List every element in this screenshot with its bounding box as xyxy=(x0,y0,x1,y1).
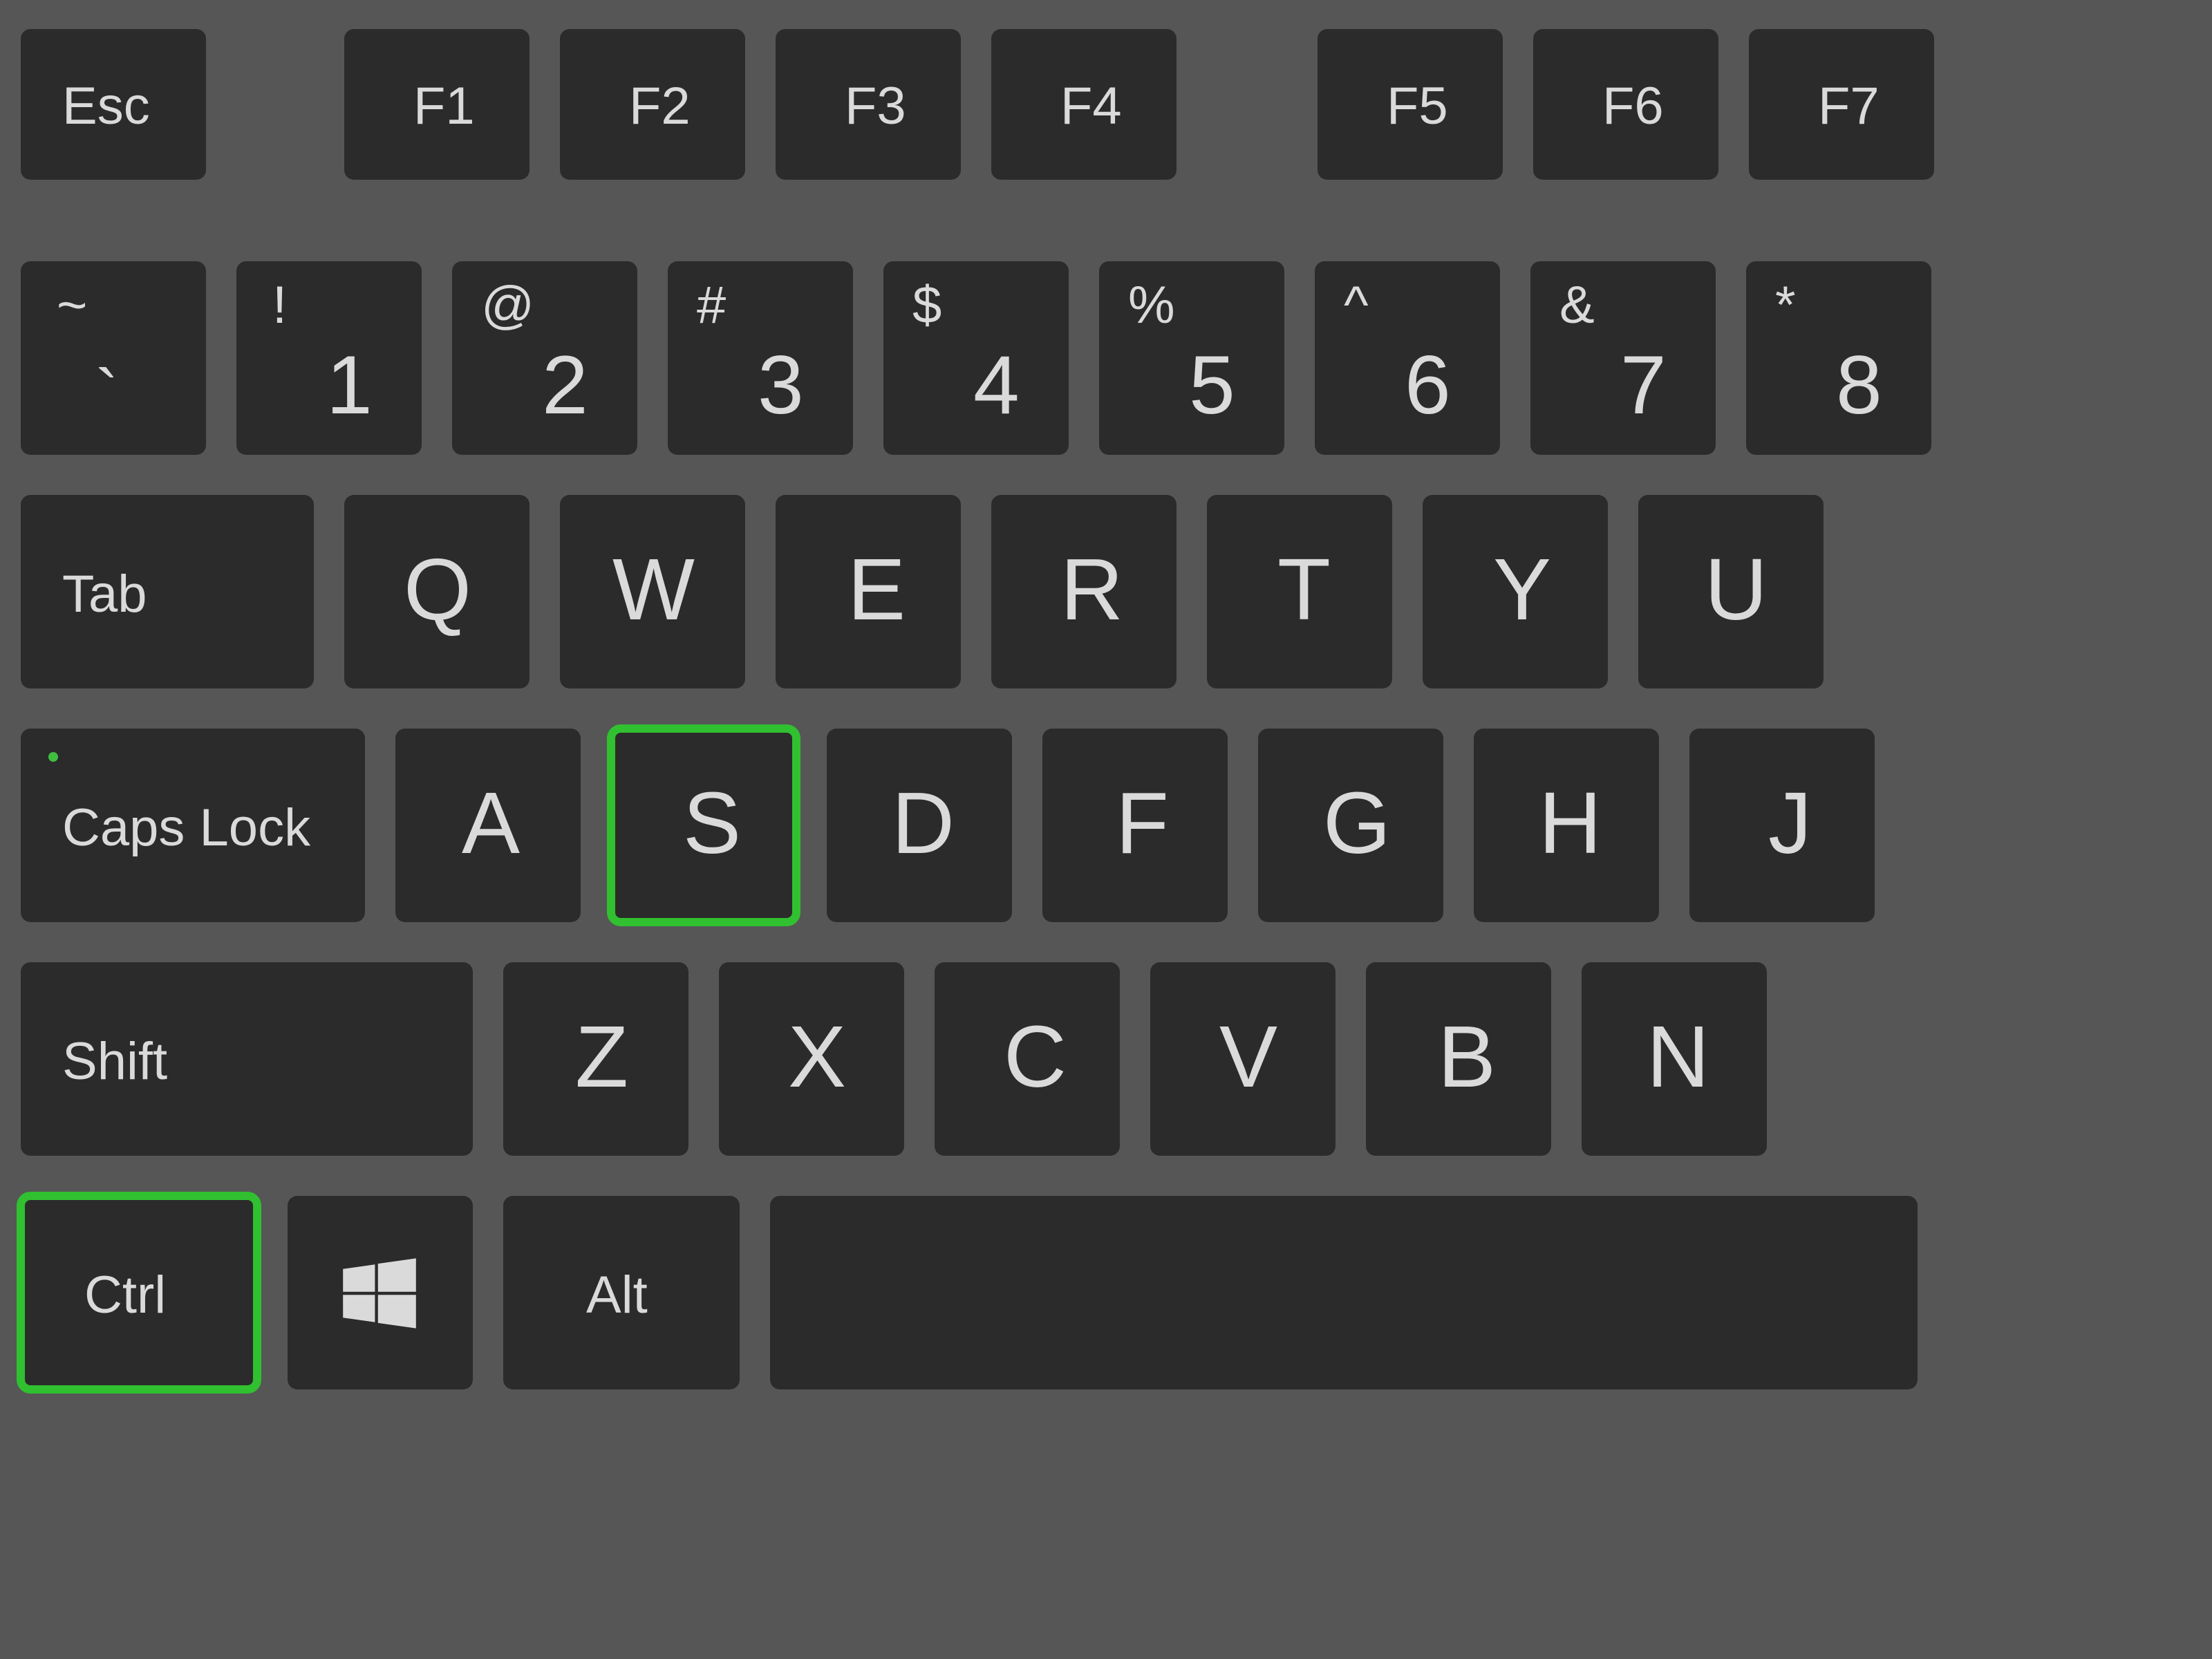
key-label-f2: F2 xyxy=(629,76,691,136)
keyboard: Esc F1 F2 F3 F4 F5 F6 F7 ~ ` ! 1 @ 2 # 3… xyxy=(0,0,2212,1659)
key-w[interactable]: W xyxy=(560,495,745,688)
key-label-7: 7 xyxy=(1620,337,1667,433)
key-windows[interactable] xyxy=(288,1196,473,1389)
key-label-f: F xyxy=(1116,773,1169,873)
key-label-f6: F6 xyxy=(1602,76,1664,136)
key-label-5-shift: % xyxy=(1128,275,1175,335)
key-label-u: U xyxy=(1705,539,1768,639)
key-label-5: 5 xyxy=(1189,337,1235,433)
key-label-f1: F1 xyxy=(413,76,475,136)
key-f5[interactable]: F5 xyxy=(1318,29,1503,180)
key-label-r: R xyxy=(1060,539,1123,639)
key-h[interactable]: H xyxy=(1474,729,1659,922)
key-f1[interactable]: F1 xyxy=(344,29,529,180)
key-r[interactable]: R xyxy=(991,495,1177,688)
key-backtick[interactable]: ~ ` xyxy=(21,261,206,455)
key-label-z: Z xyxy=(575,1006,628,1107)
key-label-c: C xyxy=(1004,1006,1067,1107)
key-label-q: Q xyxy=(404,539,471,639)
key-label-6-shift: ^ xyxy=(1344,275,1369,335)
key-label-1-shift: ! xyxy=(272,275,287,335)
key-f2[interactable]: F2 xyxy=(560,29,745,180)
key-8[interactable]: * 8 xyxy=(1746,261,1931,455)
key-label-a: A xyxy=(462,773,520,873)
key-label-tab: Tab xyxy=(62,564,147,624)
key-j[interactable]: J xyxy=(1689,729,1875,922)
key-ctrl[interactable]: Ctrl xyxy=(21,1196,257,1389)
key-n[interactable]: N xyxy=(1582,962,1767,1156)
key-e[interactable]: E xyxy=(776,495,961,688)
key-label-7-shift: & xyxy=(1559,275,1595,335)
key-label-shift: Shift xyxy=(62,1031,167,1091)
key-7[interactable]: & 7 xyxy=(1530,261,1716,455)
key-label-tilde: ~ xyxy=(57,275,87,335)
key-label-8: 8 xyxy=(1836,337,1882,433)
key-label-caps: Caps Lock xyxy=(62,798,310,858)
key-label-n: N xyxy=(1647,1006,1709,1107)
windows-logo-icon xyxy=(341,1255,418,1335)
key-label-backtick: ` xyxy=(95,355,118,435)
key-label-f5: F5 xyxy=(1387,76,1448,136)
key-label-g: G xyxy=(1323,773,1391,873)
key-y[interactable]: Y xyxy=(1423,495,1608,688)
key-u[interactable]: U xyxy=(1638,495,1824,688)
key-label-x: X xyxy=(788,1006,846,1107)
key-f6[interactable]: F6 xyxy=(1533,29,1718,180)
key-g[interactable]: G xyxy=(1258,729,1443,922)
key-label-y: Y xyxy=(1493,539,1551,639)
key-f[interactable]: F xyxy=(1042,729,1228,922)
key-1[interactable]: ! 1 xyxy=(236,261,422,455)
key-esc[interactable]: Esc xyxy=(21,29,206,180)
key-label-8-shift: * xyxy=(1775,275,1796,335)
key-label-3: 3 xyxy=(758,337,804,433)
key-f7[interactable]: F7 xyxy=(1749,29,1934,180)
key-label-v: V xyxy=(1219,1006,1277,1107)
key-label-2: 2 xyxy=(542,337,588,433)
key-label-6: 6 xyxy=(1405,337,1451,433)
key-label-4: 4 xyxy=(973,337,1020,433)
key-v[interactable]: V xyxy=(1150,962,1335,1156)
key-shift[interactable]: Shift xyxy=(21,962,473,1156)
key-label-2-shift: @ xyxy=(481,275,534,335)
key-b[interactable]: B xyxy=(1366,962,1551,1156)
key-label-s: S xyxy=(683,773,741,873)
key-a[interactable]: A xyxy=(395,729,581,922)
key-t[interactable]: T xyxy=(1207,495,1392,688)
key-label-d: D xyxy=(892,773,955,873)
key-2[interactable]: @ 2 xyxy=(452,261,637,455)
key-label-alt: Alt xyxy=(586,1265,648,1325)
caps-lock-led-icon xyxy=(48,752,58,762)
key-label-b: B xyxy=(1438,1006,1496,1107)
key-label-t: T xyxy=(1277,539,1331,639)
key-label-f3: F3 xyxy=(845,76,906,136)
key-space[interactable] xyxy=(770,1196,1918,1389)
key-c[interactable]: C xyxy=(935,962,1120,1156)
key-d[interactable]: D xyxy=(827,729,1012,922)
key-5[interactable]: % 5 xyxy=(1099,261,1284,455)
key-label-f4: F4 xyxy=(1060,76,1122,136)
key-6[interactable]: ^ 6 xyxy=(1315,261,1500,455)
key-q[interactable]: Q xyxy=(344,495,529,688)
key-label-3-shift: # xyxy=(697,275,726,335)
key-label-w: W xyxy=(612,539,695,639)
key-f4[interactable]: F4 xyxy=(991,29,1177,180)
key-label-h: H xyxy=(1539,773,1602,873)
key-f3[interactable]: F3 xyxy=(776,29,961,180)
key-label-4-shift: $ xyxy=(912,275,941,335)
key-3[interactable]: # 3 xyxy=(668,261,853,455)
key-caps-lock[interactable]: Caps Lock xyxy=(21,729,365,922)
key-label-e: E xyxy=(847,539,906,639)
key-label-f7: F7 xyxy=(1818,76,1880,136)
key-label-1: 1 xyxy=(326,337,373,433)
key-4[interactable]: $ 4 xyxy=(883,261,1069,455)
key-label-j: J xyxy=(1768,773,1812,873)
key-x[interactable]: X xyxy=(719,962,904,1156)
key-label-esc: Esc xyxy=(62,76,150,136)
key-alt[interactable]: Alt xyxy=(503,1196,740,1389)
key-tab[interactable]: Tab xyxy=(21,495,314,688)
key-z[interactable]: Z xyxy=(503,962,688,1156)
key-label-ctrl: Ctrl xyxy=(84,1265,166,1325)
key-s[interactable]: S xyxy=(611,729,796,922)
